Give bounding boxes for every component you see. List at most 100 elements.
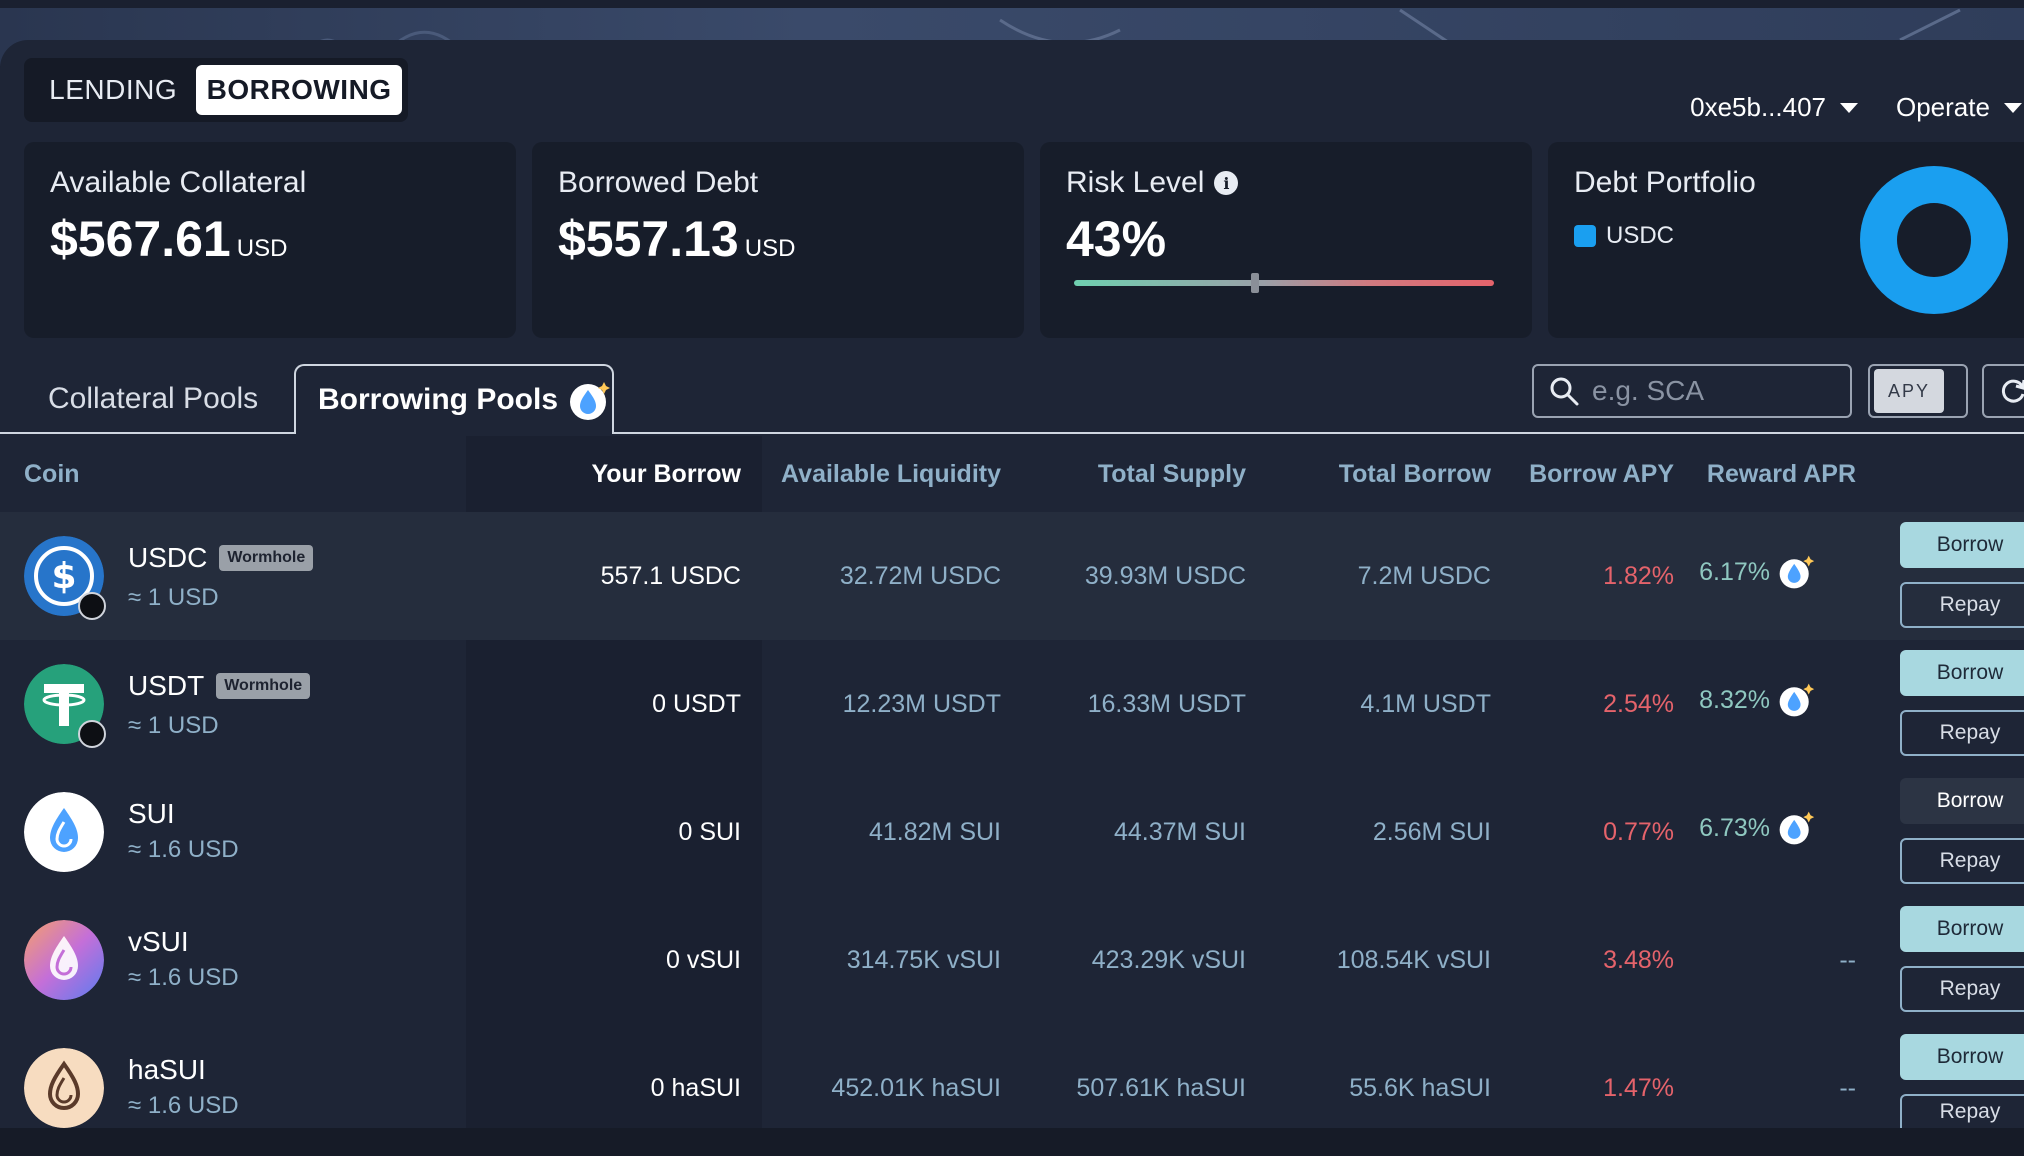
sparkle-sui-icon <box>570 382 610 420</box>
debt-amount: $557.13 <box>558 211 739 267</box>
liquidity-cell: 32.72M USDC <box>839 562 1001 590</box>
tab-borrowing-label: Borrowing Pools <box>318 383 558 416</box>
svg-text:$: $ <box>51 556 76 597</box>
risk-card: Risk Level i 43% <box>1040 142 1532 338</box>
total-borrow-cell: 2.56M SUI <box>1372 818 1491 846</box>
operate-label: Operate <box>1896 92 1990 122</box>
bottom-edge <box>0 1128 2024 1156</box>
liquidity-cell: 452.01K haSUI <box>831 1074 1001 1102</box>
total-borrow-cell: 7.2M USDC <box>1357 562 1491 590</box>
collateral-value: $567.61 USD <box>50 210 287 268</box>
search-input[interactable] <box>1592 375 1842 407</box>
borrow-apy-cell: 1.47% <box>1603 1074 1674 1102</box>
tab-borrowing-pools[interactable]: Borrowing Pools <box>294 364 614 434</box>
header-total-supply[interactable]: Total Supply <box>1098 460 1246 489</box>
table-row[interactable]: haSUI ≈ 1.6 USD 0 haSUI 452.01K haSUI 50… <box>0 1024 2024 1128</box>
sui-reward-icon <box>1779 555 1815 589</box>
header-your-borrow[interactable]: Your Borrow <box>591 460 741 489</box>
collateral-card: Available Collateral $567.61 USD <box>24 142 516 338</box>
coin-price: ≈ 1.6 USD <box>128 1092 239 1119</box>
operate-menu[interactable]: Operate <box>1896 92 2022 123</box>
borrow-apy-cell: 2.54% <box>1603 690 1674 718</box>
coin-symbol: USDT <box>128 670 205 701</box>
refresh-icon <box>2001 379 2024 403</box>
chevron-down-icon <box>2003 102 2022 113</box>
sui-reward-icon <box>1779 683 1815 717</box>
portfolio-legend: USDC <box>1574 222 1674 250</box>
tab-collateral-pools[interactable]: Collateral Pools <box>48 382 258 416</box>
search-box[interactable] <box>1532 364 1852 418</box>
table-row[interactable]: vSUI ≈ 1.6 USD 0 vSUI 314.75K vSUI 423.2… <box>0 896 2024 1024</box>
chevron-down-icon <box>1840 102 1858 113</box>
repay-button[interactable]: Repay <box>1900 582 2024 628</box>
risk-gauge <box>1074 273 1494 293</box>
reward-apr-cell: 6.17% <box>1699 552 1816 592</box>
reward-apr-value: 6.73% <box>1699 813 1770 842</box>
collateral-amount: $567.61 <box>50 211 231 267</box>
coin-name: haSUI <box>128 1054 206 1086</box>
portfolio-label: Debt Portfolio <box>1574 166 1756 199</box>
header-reward-apr[interactable]: Reward APR <box>1707 460 1856 489</box>
coin-price: ≈ 1 USD <box>128 712 219 739</box>
portfolio-donut-chart <box>1860 166 2008 314</box>
supply-cell: 507.61K haSUI <box>1076 1074 1246 1102</box>
liquidity-cell: 41.82M SUI <box>868 818 1001 846</box>
borrow-button[interactable]: Borrow <box>1900 1034 2024 1080</box>
header-available-liquidity[interactable]: Available Liquidity <box>781 460 1001 489</box>
reward-apr-cell: 8.32% <box>1699 680 1816 720</box>
repay-button[interactable]: Repay <box>1900 710 2024 756</box>
refresh-button[interactable] <box>1982 364 2024 418</box>
coin-symbol: USDC <box>128 542 208 573</box>
coin-price: ≈ 1.6 USD <box>128 964 239 991</box>
your-borrow-cell: 0 vSUI <box>665 946 741 974</box>
reward-apr-cell: -- <box>1839 1074 1856 1102</box>
debt-card: Borrowed Debt $557.13 USD <box>532 142 1024 338</box>
legend-label: USDC <box>1606 222 1675 249</box>
borrow-button[interactable]: Borrow <box>1900 778 2024 824</box>
coin-name: vSUI <box>128 926 189 958</box>
borrow-button[interactable]: Borrow <box>1900 522 2024 568</box>
portfolio-card: Debt Portfolio USDC <box>1548 142 2024 338</box>
your-borrow-cell: 0 haSUI <box>650 1074 741 1102</box>
total-borrow-cell: 4.1M USDT <box>1360 690 1491 718</box>
mode-switch: LENDING BORROWING <box>24 58 408 122</box>
coin-price: ≈ 1.6 USD <box>128 836 239 863</box>
repay-button[interactable]: Repay <box>1900 838 2024 884</box>
header-borrow-apy[interactable]: Borrow APY <box>1529 460 1674 489</box>
table-row[interactable]: SUI ≈ 1.6 USD 0 SUI 41.82M SUI 44.37M SU… <box>0 768 2024 896</box>
table-row[interactable]: USDT Wormhole ≈ 1 USD 0 USDT 12.23M USDT… <box>0 640 2024 768</box>
header-total-borrow[interactable]: Total Borrow <box>1339 460 1491 489</box>
borrow-apy-cell: 0.77% <box>1603 818 1674 846</box>
borrow-button[interactable]: Borrow <box>1900 650 2024 696</box>
coin-price: ≈ 1 USD <box>128 584 219 611</box>
supply-cell: 16.33M USDT <box>1087 690 1246 718</box>
legend-swatch <box>1574 225 1596 247</box>
wallet-selector[interactable]: 0xe5b...407 <box>1690 92 1858 123</box>
repay-button[interactable]: Repay <box>1900 966 2024 1012</box>
lending-mode-button[interactable]: LENDING <box>30 65 196 115</box>
debt-unit: USD <box>744 235 796 262</box>
hasui-icon <box>24 1048 104 1128</box>
your-borrow-cell: 557.1 USDC <box>600 562 741 590</box>
repay-button[interactable]: Repay <box>1900 1094 2024 1128</box>
coin-symbol: haSUI <box>128 1054 206 1085</box>
table-row[interactable]: $ USDC Wormhole ≈ 1 USD 557.1 USDC 32.72… <box>0 512 2024 640</box>
vsui-icon <box>24 920 104 1000</box>
total-borrow-cell: 55.6K haSUI <box>1349 1074 1491 1102</box>
reward-apr-value: 8.32% <box>1699 685 1770 714</box>
total-borrow-cell: 108.54K vSUI <box>1336 946 1491 974</box>
liquidity-cell: 12.23M USDT <box>842 690 1001 718</box>
borrowing-mode-button[interactable]: BORROWING <box>196 65 402 115</box>
header-coin[interactable]: Coin <box>24 460 80 489</box>
reward-apr-cell: 6.73% <box>1699 808 1816 848</box>
debt-value: $557.13 USD <box>558 210 795 268</box>
reward-apr-value: 6.17% <box>1699 557 1770 586</box>
apy-chip[interactable]: APY <box>1874 369 1944 413</box>
collateral-label: Available Collateral <box>50 166 307 199</box>
info-icon[interactable]: i <box>1214 171 1239 195</box>
borrow-button[interactable]: Borrow <box>1900 906 2024 952</box>
debt-label: Borrowed Debt <box>558 166 759 199</box>
wormhole-tag: Wormhole <box>216 673 311 699</box>
apy-toggle[interactable]: APY <box>1868 364 1968 418</box>
search-icon <box>1550 377 1579 406</box>
